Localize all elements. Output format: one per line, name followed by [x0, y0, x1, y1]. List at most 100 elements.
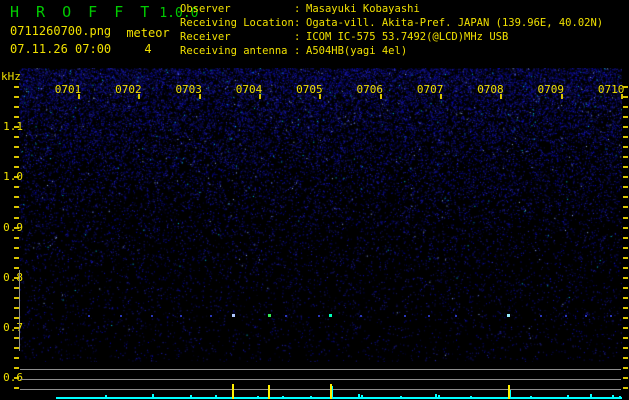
station-row: Receiver: ICOM IC-575 53.7492(@LCD)MHz US…	[180, 30, 603, 44]
band-marker-line	[19, 270, 20, 351]
freq-tick-left	[14, 246, 19, 249]
freq-tick-left	[14, 216, 19, 219]
output-filename: 0711260700.png	[10, 24, 112, 38]
freq-tick-right	[623, 105, 628, 108]
freq-tick-right	[623, 236, 628, 239]
freq-tick-right	[623, 357, 628, 360]
signal-bar	[567, 395, 569, 399]
freq-tick-right	[623, 166, 628, 169]
signal-bar	[282, 396, 284, 399]
freq-tick-right	[623, 126, 628, 129]
freq-tick-left	[14, 266, 19, 269]
meteor-echo-dot	[507, 314, 510, 317]
freq-label: 0.6	[3, 371, 23, 385]
freq-tick-right	[623, 146, 628, 149]
time-tick	[379, 94, 382, 99]
station-row-label: Receiving Location	[180, 17, 294, 29]
freq-tick-right	[623, 216, 628, 219]
level-grid-line	[20, 379, 621, 380]
time-tick	[138, 94, 141, 99]
freq-tick-left	[14, 236, 19, 239]
signal-bar	[435, 394, 437, 399]
freq-tick-left	[14, 105, 19, 108]
freq-tick-right	[623, 377, 628, 380]
freq-tick-right	[623, 347, 628, 350]
station-row: Observer: Masayuki Kobayashi	[180, 2, 603, 16]
signal-baseline	[56, 397, 622, 399]
time-tick	[259, 94, 262, 99]
station-row-colon: :	[294, 17, 301, 29]
freq-tick-right	[623, 256, 628, 259]
station-row-value: Ogata-vill. Akita-Pref. JAPAN (139.96E, …	[306, 17, 604, 29]
app-title: H R O F F T 1.0.0	[10, 3, 198, 21]
meteor-marker	[508, 385, 510, 399]
freq-tick-left	[14, 95, 19, 98]
freq-tick-right	[623, 156, 628, 159]
signal-bar	[152, 394, 154, 399]
time-tick	[440, 94, 443, 99]
app-title-letters: H R O F F T	[10, 3, 154, 21]
signal-bar	[470, 396, 472, 399]
meteor-count: 4	[144, 42, 152, 56]
freq-tick-left	[14, 136, 19, 139]
station-row-colon: :	[294, 45, 301, 57]
freq-tick-left	[14, 85, 19, 88]
time-tick	[198, 94, 201, 99]
signal-bar	[105, 395, 107, 399]
datetime-label: 07.11.26 07:00	[10, 42, 112, 56]
meteor-marker	[268, 385, 270, 399]
echo-dot-faint	[318, 315, 320, 317]
freq-tick-left	[14, 367, 19, 370]
freq-tick-left	[14, 166, 19, 169]
signal-bar	[530, 396, 532, 399]
station-row-label: Observer	[180, 3, 231, 15]
freq-label: 0.9	[3, 220, 23, 234]
signal-bar	[590, 394, 592, 399]
signal-bar	[361, 395, 363, 399]
freq-label: 1.0	[3, 170, 23, 184]
freq-unit-label: kHz	[1, 70, 21, 83]
level-grid-line	[20, 369, 621, 370]
freq-tick-right	[623, 136, 628, 139]
freq-tick-right	[623, 196, 628, 199]
station-row-value: Masayuki Kobayashi	[306, 3, 420, 15]
signal-bar	[358, 394, 360, 399]
freq-tick-left	[14, 196, 19, 199]
freq-tick-right	[623, 226, 628, 229]
spectrogram-canvas	[19, 68, 622, 362]
hrofft-screen: H R O F F T 1.0.0 0711260700.png meteor 0…	[0, 0, 629, 400]
meteor-marker	[232, 384, 234, 399]
station-row-label: Receiver	[180, 31, 231, 43]
freq-tick-right	[623, 337, 628, 340]
signal-bar	[310, 396, 312, 399]
station-row: Receiving antenna: A504HB(yagi 4el)	[180, 44, 603, 58]
echo-dot-faint	[610, 315, 612, 317]
time-tick	[500, 94, 503, 99]
signal-bar	[619, 396, 621, 399]
time-tick	[560, 94, 563, 99]
freq-tick-right	[623, 246, 628, 249]
signal-bar	[438, 395, 440, 399]
freq-tick-right	[623, 327, 628, 330]
station-row-colon: :	[294, 31, 301, 43]
level-grid-line	[20, 389, 621, 390]
signal-bar	[257, 396, 259, 399]
time-tick	[78, 94, 80, 99]
freq-tick-right	[623, 186, 628, 189]
freq-tick-left	[14, 387, 19, 390]
freq-tick-right	[623, 317, 628, 319]
signal-bar	[215, 395, 217, 399]
meteor-marker	[330, 384, 332, 399]
signal-bar	[190, 395, 192, 399]
freq-label: 1.1	[3, 120, 23, 134]
echo-dot-faint	[585, 315, 587, 317]
station-row-label: Receiving antenna	[180, 45, 288, 57]
signal-bar	[612, 395, 614, 399]
freq-tick-left	[14, 186, 19, 189]
meteor-echo-dot	[232, 314, 235, 317]
echo-dot-faint	[565, 315, 567, 317]
time-tick	[319, 94, 322, 99]
freq-tick-right	[623, 306, 628, 309]
echo-dot-faint	[88, 315, 90, 317]
freq-tick-left	[14, 116, 19, 118]
